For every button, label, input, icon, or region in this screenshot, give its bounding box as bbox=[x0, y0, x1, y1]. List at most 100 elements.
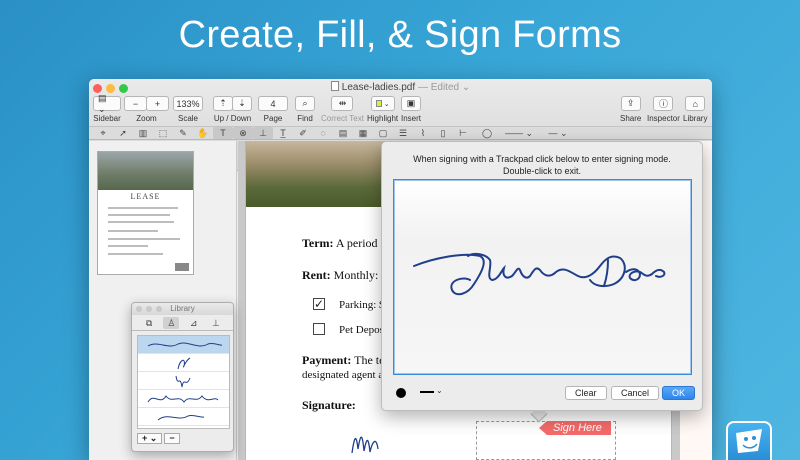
arrow-down-icon: ⇣ bbox=[238, 98, 246, 108]
arrow-up-icon: ⇡ bbox=[219, 98, 227, 108]
search-icon: ⌕ bbox=[302, 98, 308, 108]
image-tool-icon[interactable]: ▢ bbox=[373, 127, 393, 139]
list-item[interactable] bbox=[138, 408, 229, 426]
signature-thumbnail bbox=[175, 375, 191, 388]
insert-button[interactable]: ▣ bbox=[401, 96, 421, 111]
highlight-button[interactable]: ⌄ bbox=[370, 96, 395, 111]
thumbnail-page-badge bbox=[175, 263, 189, 271]
library-group: ⌂ Library bbox=[683, 96, 707, 123]
list-item[interactable] bbox=[138, 372, 229, 390]
marker-tool-icon[interactable]: ✐ bbox=[293, 127, 313, 139]
pet-deposit-checkbox[interactable] bbox=[313, 323, 325, 335]
library-footer: + ⌄ − bbox=[137, 433, 180, 444]
parking-checkbox[interactable]: ✓ bbox=[313, 298, 325, 310]
remove-signature-button[interactable]: − bbox=[164, 433, 180, 444]
pen-tool-icon[interactable]: ✎ bbox=[173, 127, 193, 139]
ok-button[interactable]: OK bbox=[662, 386, 696, 400]
note-tool-icon[interactable]: ▤ bbox=[333, 127, 353, 139]
arrow-style-dropdown[interactable]: — ⌄ bbox=[541, 127, 575, 139]
zoom-group: − + Zoom bbox=[124, 96, 169, 123]
list-item[interactable] bbox=[138, 354, 229, 372]
app-logo-icon bbox=[726, 421, 772, 460]
megaphone-tab-icon[interactable]: ⊿ bbox=[186, 317, 202, 329]
add-signature-button[interactable]: + ⌄ bbox=[137, 433, 163, 444]
signature-thumbnail bbox=[157, 414, 205, 421]
inspector-label: Inspector bbox=[647, 114, 680, 123]
library-icon: ⌂ bbox=[692, 98, 698, 109]
library-tabs: ⧉ ♙ ⊿ ⊥ bbox=[132, 315, 233, 331]
stamp-tool-icon[interactable]: ⊥ bbox=[253, 127, 273, 139]
rect-select-tool-icon[interactable]: ⬚ bbox=[153, 127, 173, 139]
ink-color-icon[interactable] bbox=[396, 388, 406, 398]
find-group: ⌕ Find bbox=[295, 96, 315, 123]
attach-tool-icon[interactable]: ⌇ bbox=[413, 127, 433, 139]
select-tool-icon[interactable]: ⌖ bbox=[93, 127, 113, 139]
signature-mark bbox=[351, 436, 379, 454]
inspector-button[interactable]: ⓘ bbox=[653, 96, 674, 111]
zoom-in-button[interactable]: + bbox=[146, 96, 169, 111]
share-label: Share bbox=[620, 114, 642, 123]
list-item[interactable] bbox=[138, 336, 229, 354]
page-down-button[interactable]: ⇣ bbox=[232, 96, 252, 111]
signature-list bbox=[137, 335, 230, 429]
strike-tool-icon[interactable]: ⊗ bbox=[233, 127, 253, 139]
signature-heading: Signature: bbox=[302, 398, 356, 412]
correct-text-button[interactable]: ⇹ bbox=[331, 96, 354, 111]
signature-capture-sheet: When signing with a Trackpad click below… bbox=[381, 141, 703, 411]
signature-canvas[interactable] bbox=[393, 179, 692, 375]
checkbox-tool-icon[interactable]: ▯ bbox=[433, 127, 453, 139]
edited-indicator[interactable]: — Edited ⌄ bbox=[418, 82, 470, 93]
line-style-dropdown[interactable]: —— ⌄ bbox=[497, 127, 541, 139]
library-button[interactable]: ⌂ bbox=[685, 96, 706, 111]
updown-label: Up / Down bbox=[213, 114, 252, 123]
find-button[interactable]: ⌕ bbox=[295, 96, 315, 111]
signature-thumbnail bbox=[147, 342, 223, 347]
library-zoom-button[interactable] bbox=[156, 306, 162, 312]
thumbnail-photo bbox=[98, 152, 193, 190]
page-up-button[interactable]: ⇡ bbox=[213, 96, 233, 111]
page-number-field[interactable]: 4 bbox=[258, 96, 288, 111]
zoom-out-button[interactable]: − bbox=[124, 96, 147, 111]
signature-thumbnail bbox=[177, 357, 191, 370]
payment-line: Payment: The ten bbox=[302, 353, 391, 367]
logo-mark bbox=[736, 429, 762, 453]
stroke-width-dropdown[interactable]: ⌄ bbox=[420, 386, 446, 398]
text-select-tool-icon[interactable]: ▥ bbox=[133, 127, 153, 139]
highlight-group: ⌄ Highlight bbox=[367, 96, 398, 123]
library-close-button[interactable] bbox=[136, 306, 142, 312]
text-tool-icon[interactable]: T bbox=[213, 127, 233, 139]
signatures-tab-icon[interactable]: ♙ bbox=[163, 317, 180, 329]
stamps-tab-icon[interactable]: ⧉ bbox=[141, 317, 157, 329]
measure-tool-icon[interactable]: ⊢ bbox=[453, 127, 473, 139]
clear-button[interactable]: Clear bbox=[565, 386, 607, 400]
box-tool-icon[interactable]: ▦ bbox=[353, 127, 373, 139]
sign-here-tag[interactable]: Sign Here bbox=[539, 421, 611, 435]
zoom-label: Zoom bbox=[136, 114, 157, 123]
instruction-line-2: Double-click to exit. bbox=[502, 166, 582, 176]
list-item[interactable] bbox=[138, 390, 229, 408]
document-title: Lease-ladies.pdf — Edited ⌄ bbox=[89, 81, 712, 93]
stroke-color-icon[interactable]: ◯ bbox=[477, 127, 497, 139]
page-group: 4 Page bbox=[258, 96, 288, 123]
library-minimize-button[interactable] bbox=[146, 306, 152, 312]
find-label: Find bbox=[297, 114, 313, 123]
highlight-label: Highlight bbox=[367, 114, 399, 123]
list-tool-icon[interactable]: ☰ bbox=[393, 127, 413, 139]
cancel-button[interactable]: Cancel bbox=[611, 386, 660, 400]
share-icon: ⇪ bbox=[626, 98, 635, 108]
underline-tool-icon[interactable]: T̲ bbox=[273, 127, 293, 139]
sidebar-icon: ▤ ⌄ bbox=[98, 92, 107, 114]
share-button[interactable]: ⇪ bbox=[620, 96, 641, 111]
scale-field[interactable]: 133% bbox=[173, 96, 203, 111]
sidebar-toggle-button[interactable]: ▤ ⌄ bbox=[93, 93, 121, 114]
inspector-group: ⓘ Inspector bbox=[647, 96, 680, 123]
scale-group: 133% Scale bbox=[173, 96, 203, 123]
page-thumbnail[interactable]: LEASE bbox=[97, 151, 194, 275]
share-group: ⇪ Share bbox=[620, 96, 641, 123]
insert-label: Insert bbox=[401, 114, 422, 123]
pointer-tool-icon[interactable]: ➚ bbox=[113, 127, 133, 139]
stamp-tab-icon[interactable]: ⊥ bbox=[208, 317, 224, 329]
hand-tool-icon[interactable]: ✋ bbox=[193, 127, 213, 139]
library-title-bar: Library bbox=[132, 303, 233, 315]
comment-tool-icon[interactable]: ◌ bbox=[313, 127, 333, 139]
